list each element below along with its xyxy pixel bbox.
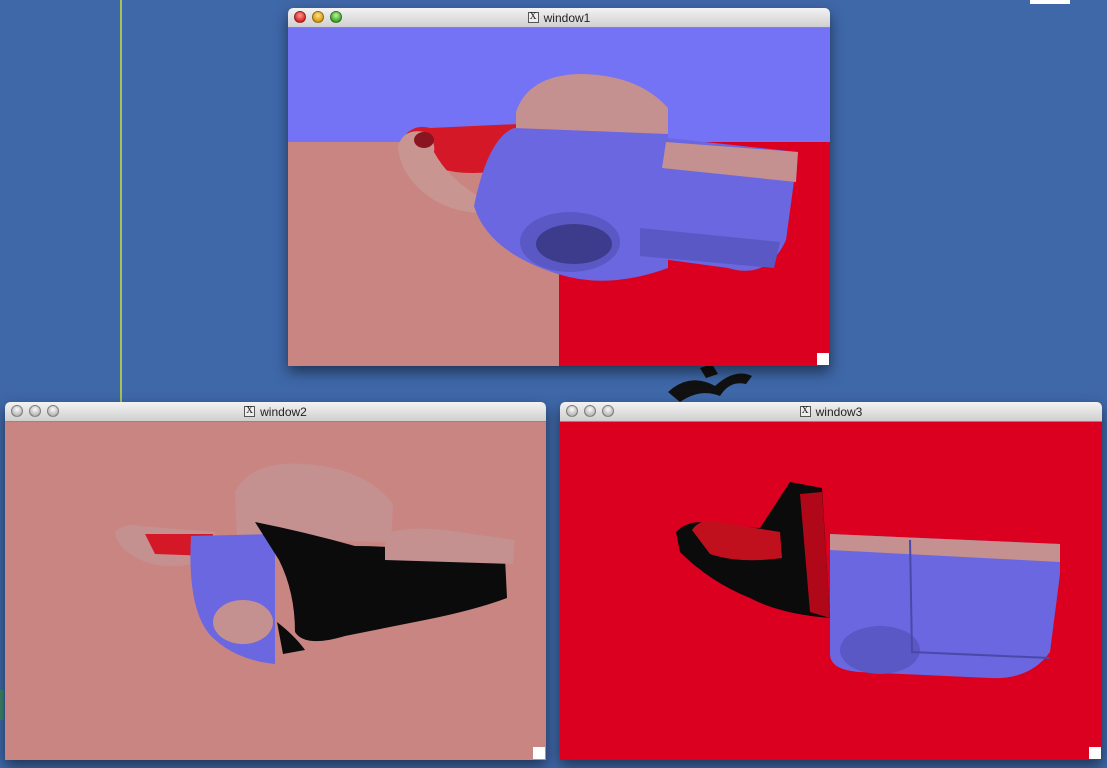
- resize-grip-icon[interactable]: [817, 353, 829, 365]
- x11-icon: X: [799, 406, 811, 417]
- render-viewport: [5, 422, 546, 760]
- resize-grip-icon[interactable]: [533, 747, 545, 759]
- resize-grip-icon[interactable]: [1089, 747, 1101, 759]
- window-title: window1: [543, 10, 591, 25]
- window3[interactable]: X window3: [560, 402, 1102, 760]
- window1[interactable]: X window1: [288, 8, 830, 366]
- desktop-guide-line: [120, 0, 122, 402]
- window3-canvas[interactable]: [560, 422, 1102, 760]
- window1-canvas[interactable]: [288, 28, 830, 366]
- window1-titlebar[interactable]: X window1: [288, 8, 830, 28]
- desktop-partial-glyph: [668, 364, 752, 402]
- window3-titlebar[interactable]: X window3: [560, 402, 1102, 422]
- window2-canvas[interactable]: [5, 422, 546, 760]
- desktop-corner-widget: [1030, 0, 1070, 4]
- x11-icon: X: [244, 406, 256, 417]
- render-viewport: [288, 28, 830, 366]
- render-viewport: [560, 422, 1102, 760]
- desktop-edge-icon: [0, 690, 4, 720]
- x11-icon: X: [527, 12, 539, 23]
- window2[interactable]: X window2: [5, 402, 546, 760]
- window2-titlebar[interactable]: X window2: [5, 402, 546, 422]
- window-title: window2: [260, 404, 307, 419]
- window-title: window3: [815, 404, 863, 419]
